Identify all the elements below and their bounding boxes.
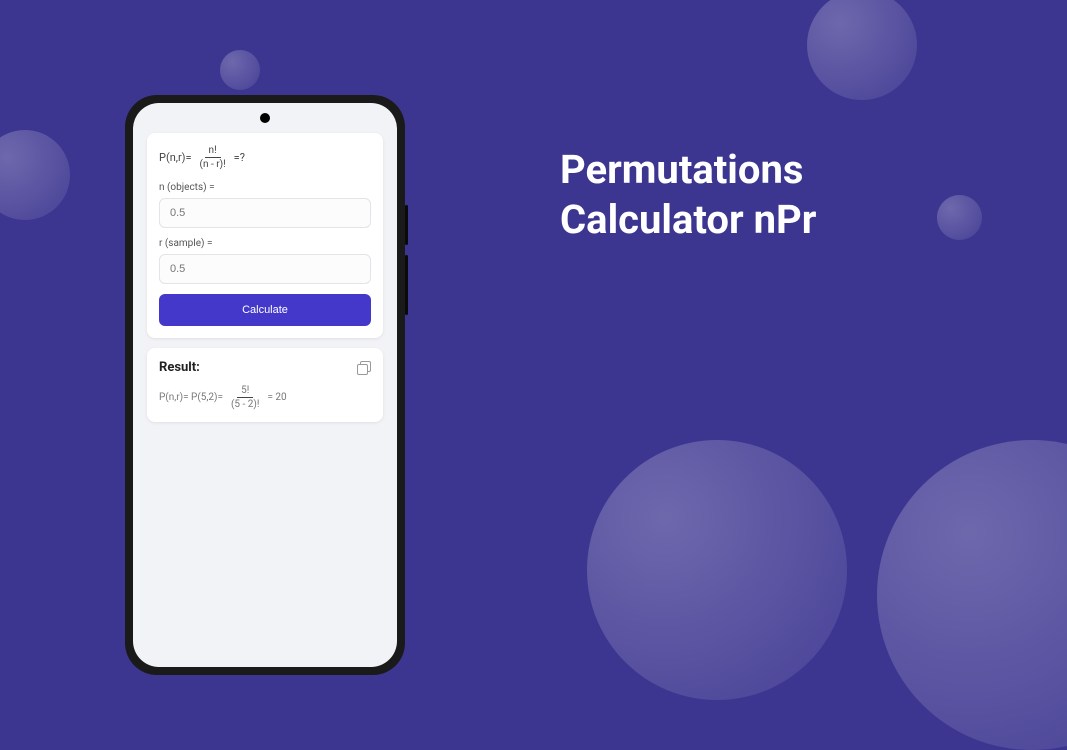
page-title: Permutations Calculator nPr [560, 145, 816, 245]
result-value: = 20 [267, 392, 286, 403]
phone-side-button [405, 255, 408, 315]
result-numerator: 5! [237, 385, 253, 398]
formula-numerator: n! [205, 145, 221, 158]
n-field-label: n (objects) = [159, 182, 371, 193]
formula-display: P(n,r)= n! (n - r)! =? [159, 145, 371, 170]
result-card: Result: P(n,r)= P(5,2)= 5! (5 - 2)! = 20 [147, 348, 383, 422]
title-line-1: Permutations [560, 145, 816, 195]
result-formula: P(n,r)= P(5,2)= 5! (5 - 2)! = 20 [159, 385, 371, 410]
phone-frame: P(n,r)= n! (n - r)! =? n (objects) = r (… [125, 95, 405, 675]
result-header: Result: [159, 360, 371, 375]
phone-camera [260, 113, 270, 123]
formula-prefix: P(n,r)= [159, 151, 192, 164]
formula-suffix: =? [234, 151, 245, 164]
decorative-sphere [587, 440, 847, 700]
decorative-sphere [220, 50, 260, 90]
formula-fraction: n! (n - r)! [196, 145, 230, 170]
result-prefix: P(n,r)= P(5,2)= [159, 392, 223, 403]
decorative-sphere [937, 195, 982, 240]
app-content: P(n,r)= n! (n - r)! =? n (objects) = r (… [133, 103, 397, 436]
input-card: P(n,r)= n! (n - r)! =? n (objects) = r (… [147, 133, 383, 338]
decorative-sphere [877, 440, 1067, 750]
calculate-button[interactable]: Calculate [159, 294, 371, 326]
phone-side-button [405, 205, 408, 245]
phone-screen: P(n,r)= n! (n - r)! =? n (objects) = r (… [133, 103, 397, 667]
r-field-label: r (sample) = [159, 238, 371, 249]
formula-denominator: (n - r)! [196, 158, 230, 170]
title-line-2: Calculator nPr [560, 195, 816, 245]
result-title: Result: [159, 360, 200, 375]
decorative-sphere [807, 0, 917, 100]
result-fraction: 5! (5 - 2)! [227, 385, 263, 410]
copy-icon[interactable] [357, 361, 371, 375]
result-denominator: (5 - 2)! [227, 398, 263, 410]
n-input[interactable] [159, 198, 371, 228]
decorative-sphere [0, 130, 70, 220]
r-input[interactable] [159, 254, 371, 284]
